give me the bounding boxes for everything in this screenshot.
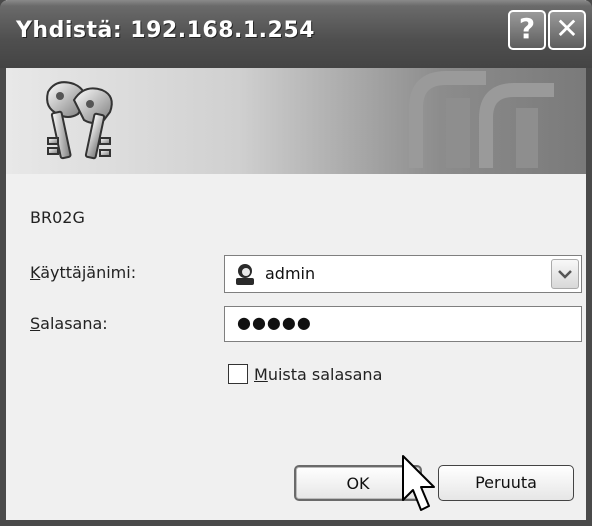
remember-label-accel: M bbox=[254, 365, 268, 384]
keys-banner bbox=[6, 68, 586, 174]
cancel-button[interactable]: Peruuta bbox=[438, 465, 574, 501]
remember-password-label[interactable]: Muista salasana bbox=[254, 365, 382, 384]
chevron-down-icon bbox=[558, 270, 572, 279]
username-value: admin bbox=[265, 264, 316, 283]
password-label-accel: S bbox=[30, 314, 41, 333]
password-field[interactable]: ●●●●● bbox=[224, 306, 582, 342]
dropdown-button[interactable] bbox=[551, 259, 579, 289]
title-bar[interactable]: Yhdistä: 192.168.1.254 ? ✕ bbox=[0, 0, 592, 68]
realm-label: BR02G bbox=[30, 208, 85, 227]
username-combobox[interactable]: admin bbox=[224, 255, 582, 293]
remember-label-text: uista salasana bbox=[267, 365, 383, 384]
mouse-cursor-icon bbox=[402, 455, 435, 511]
keys-icon bbox=[46, 81, 113, 160]
keys-watermark-icon bbox=[409, 71, 554, 168]
password-label-text: alasana: bbox=[40, 314, 108, 333]
login-dialog: Yhdistä: 192.168.1.254 ? ✕ BR02G Käyttäj… bbox=[0, 0, 592, 526]
user-icon bbox=[236, 264, 254, 285]
close-button[interactable]: ✕ bbox=[548, 10, 586, 50]
dialog-title: Yhdistä: 192.168.1.254 bbox=[16, 18, 315, 43]
username-label-accel: K bbox=[30, 263, 41, 282]
username-label: Käyttäjänimi: bbox=[30, 263, 136, 282]
password-label: Salasana: bbox=[30, 314, 108, 333]
remember-password-checkbox[interactable] bbox=[228, 364, 248, 384]
help-button[interactable]: ? bbox=[508, 10, 546, 50]
dialog-content: BR02G Käyttäjänimi: admin Salasana: ●●●●… bbox=[6, 174, 586, 520]
username-label-text: äyttäjänimi: bbox=[40, 263, 137, 282]
password-value: ●●●●● bbox=[237, 313, 312, 332]
